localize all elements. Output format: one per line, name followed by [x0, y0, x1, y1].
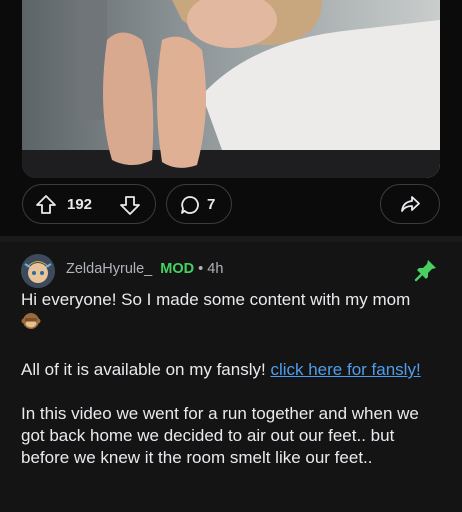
- comment-body: Hi everyone! So I made some content with…: [21, 289, 445, 491]
- upvote-count: 192: [67, 196, 93, 213]
- upvote-icon[interactable]: [35, 194, 57, 216]
- comment-paragraph-3: In this video we went for a run together…: [21, 404, 419, 467]
- paragraph-2-text: All of it is available on my fansly!: [21, 360, 271, 379]
- comment-author[interactable]: ZeldaHyrule_: [66, 261, 152, 277]
- comment-paragraph-1: Hi everyone! So I made some content with…: [21, 289, 445, 337]
- mod-badge: MOD: [160, 261, 195, 277]
- monkey-emoji-icon: [21, 311, 41, 337]
- comment-meta: ZeldaHyrule_ MOD • 4h: [66, 261, 223, 277]
- media-image: [22, 0, 440, 178]
- downvote-icon[interactable]: [119, 194, 141, 216]
- share-icon: [399, 193, 421, 215]
- share-button[interactable]: [380, 184, 440, 224]
- pin-icon: [414, 258, 438, 282]
- post-media[interactable]: [22, 0, 440, 178]
- comment-count: 7: [207, 196, 216, 213]
- paragraph-1-text: Hi everyone! So I made some content with…: [21, 290, 411, 309]
- fansly-link[interactable]: click here for fansly!: [270, 360, 420, 379]
- comments-button[interactable]: 7: [166, 184, 232, 224]
- comment-paragraph-2: All of it is available on my fansly! cli…: [21, 359, 445, 381]
- comment-age: 4h: [207, 261, 224, 277]
- post-action-bar: 192 7: [0, 184, 462, 228]
- comment-icon: [179, 194, 201, 216]
- avatar[interactable]: [21, 254, 55, 288]
- meta-separator: •: [198, 261, 204, 277]
- vote-control: 192: [22, 184, 156, 224]
